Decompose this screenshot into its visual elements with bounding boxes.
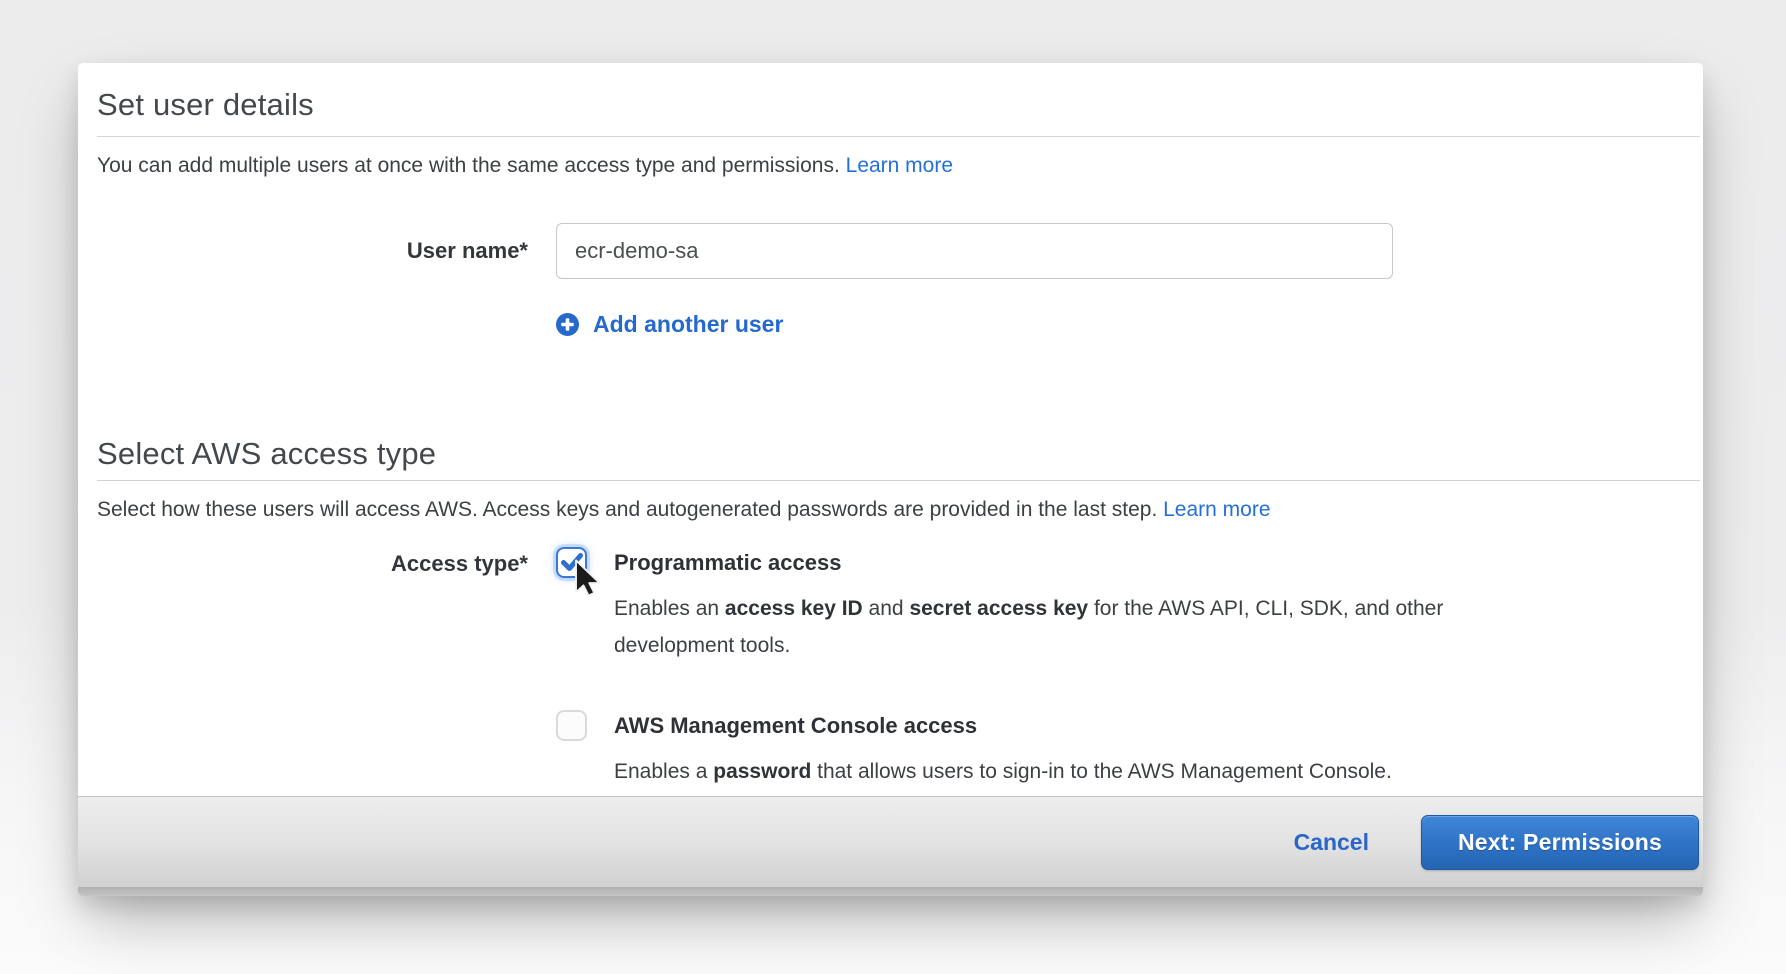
console-access-option: AWS Management Console access Enables a … — [556, 708, 1474, 790]
cancel-button[interactable]: Cancel — [1294, 829, 1369, 856]
desc-segment: Enables a — [614, 760, 713, 783]
programmatic-access-title: Programmatic access — [614, 549, 1474, 577]
console-access-checkbox[interactable] — [556, 710, 587, 741]
programmatic-access-body: Programmatic access Enables an access ke… — [614, 545, 1474, 664]
footer-bottom-strip — [78, 887, 1703, 896]
programmatic-access-checkbox[interactable] — [556, 547, 587, 578]
add-another-user-row: Add another user — [78, 311, 1703, 338]
access-type-section: Select AWS access type Select how these … — [78, 437, 1703, 790]
user-name-label: User name* — [97, 238, 528, 264]
wizard-footer: Cancel Next: Permissions — [78, 796, 1703, 896]
user-details-intro-text: You can add multiple users at once with … — [97, 154, 840, 177]
page-background: Set user details You can add multiple us… — [0, 0, 1786, 974]
access-type-intro: Select how these users will access AWS. … — [97, 497, 1684, 523]
user-name-input[interactable] — [556, 223, 1393, 279]
desc-segment: and — [863, 597, 910, 620]
console-access-description: Enables a password that allows users to … — [614, 753, 1392, 790]
desc-segment: that allows users to sign-in to the AWS … — [811, 760, 1392, 783]
desc-segment: Enables an — [614, 597, 725, 620]
user-details-section: Set user details You can add multiple us… — [78, 88, 1703, 338]
user-details-title: Set user details — [97, 88, 1684, 122]
divider — [97, 480, 1700, 481]
learn-more-link-access-type[interactable]: Learn more — [1163, 498, 1270, 521]
add-user-wizard-card: Set user details You can add multiple us… — [78, 63, 1703, 896]
plus-icon — [556, 313, 579, 336]
checkmark-icon — [561, 553, 583, 572]
programmatic-access-option: Programmatic access Enables an access ke… — [556, 545, 1474, 664]
access-type-row: Access type* Programmatic access Enables… — [78, 545, 1703, 790]
add-another-user-label: Add another user — [593, 311, 783, 338]
desc-bold-access-key-id: access key ID — [725, 597, 863, 620]
user-details-intro: You can add multiple users at once with … — [97, 153, 1684, 179]
console-access-body: AWS Management Console access Enables a … — [614, 708, 1392, 790]
next-permissions-button[interactable]: Next: Permissions — [1421, 815, 1699, 870]
programmatic-access-description: Enables an access key ID and secret acce… — [614, 590, 1474, 664]
desc-bold-password: password — [713, 760, 811, 783]
desc-bold-secret-access-key: secret access key — [909, 597, 1088, 620]
console-access-title: AWS Management Console access — [614, 712, 1392, 740]
access-type-intro-text: Select how these users will access AWS. … — [97, 498, 1157, 521]
access-type-label: Access type* — [97, 551, 528, 577]
user-name-row: User name* — [78, 223, 1703, 279]
add-another-user-link[interactable]: Add another user — [556, 311, 783, 338]
learn-more-link-user-details[interactable]: Learn more — [846, 154, 953, 177]
access-type-title: Select AWS access type — [97, 437, 1684, 471]
access-type-options: Programmatic access Enables an access ke… — [556, 545, 1474, 790]
divider — [97, 136, 1700, 137]
